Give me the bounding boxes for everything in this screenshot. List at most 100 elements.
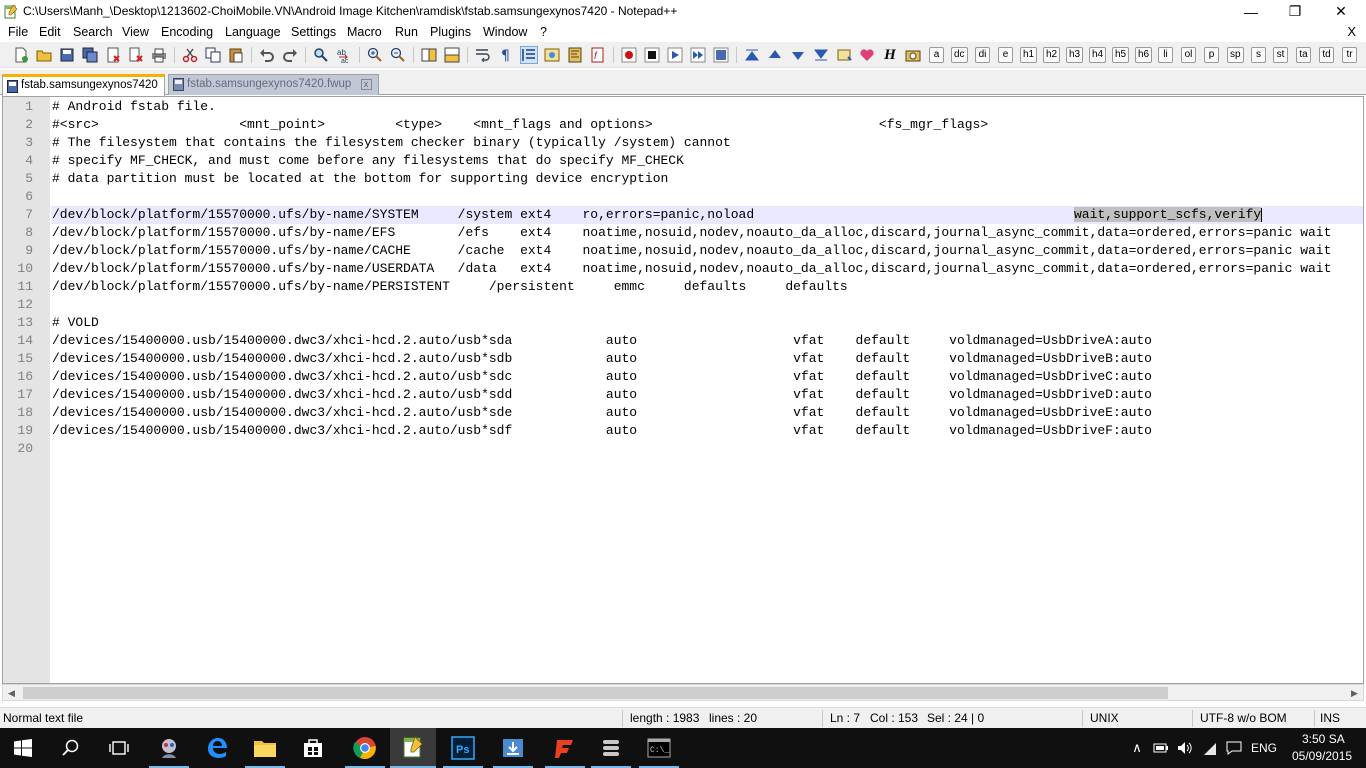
clock-time[interactable]: 3:50 SA bbox=[1302, 732, 1345, 746]
wifi-icon[interactable] bbox=[1202, 740, 1218, 756]
paste-icon[interactable] bbox=[227, 46, 245, 64]
find-icon[interactable] bbox=[312, 46, 330, 64]
close-all-icon[interactable] bbox=[127, 46, 145, 64]
new-file-icon[interactable] bbox=[12, 46, 30, 64]
taskbar-foxit[interactable] bbox=[542, 728, 588, 768]
function-list-icon[interactable]: f bbox=[589, 46, 607, 64]
cut-icon[interactable] bbox=[181, 46, 199, 64]
task-view-button[interactable] bbox=[96, 728, 142, 768]
code-line[interactable] bbox=[51, 296, 1363, 314]
tag-p-button[interactable]: p bbox=[1204, 47, 1219, 63]
scroll-right-icon[interactable]: ▶ bbox=[1347, 686, 1362, 700]
horizontal-scrollbar[interactable]: ◀ ▶ bbox=[2, 684, 1364, 701]
menu-edit[interactable]: Edit bbox=[39, 25, 61, 39]
code-line[interactable]: /devices/15400000.usb/15400000.dwc3/xhci… bbox=[51, 332, 1363, 350]
scrollbar-thumb[interactable] bbox=[23, 687, 1168, 699]
tag-li-button[interactable]: li bbox=[1158, 47, 1173, 63]
tag-a-button[interactable]: a bbox=[929, 47, 944, 63]
tag-ol-button[interactable]: ol bbox=[1181, 47, 1196, 63]
save-all-icon[interactable] bbox=[81, 46, 99, 64]
taskbar-photoshop[interactable]: Ps bbox=[440, 728, 486, 768]
code-line[interactable] bbox=[51, 188, 1363, 206]
print-icon[interactable] bbox=[150, 46, 168, 64]
replace-icon[interactable]: ab ac bbox=[335, 46, 353, 64]
move-up-triangle-icon[interactable] bbox=[743, 46, 761, 64]
zoom-in-icon[interactable] bbox=[366, 46, 384, 64]
save-icon[interactable] bbox=[58, 46, 76, 64]
open-file-icon[interactable] bbox=[35, 46, 53, 64]
arrow-up-icon[interactable] bbox=[766, 46, 784, 64]
code-line[interactable]: /dev/block/platform/15570000.ufs/by-name… bbox=[51, 224, 1363, 242]
document-map-icon[interactable] bbox=[566, 46, 584, 64]
code-line[interactable]: /devices/15400000.usb/15400000.dwc3/xhci… bbox=[51, 350, 1363, 368]
document-close-button[interactable]: X bbox=[1347, 24, 1356, 39]
menu-search[interactable]: Search bbox=[73, 25, 113, 39]
minimize-button[interactable]: — bbox=[1228, 0, 1274, 23]
taskbar-downloader[interactable] bbox=[490, 728, 536, 768]
redo-icon[interactable] bbox=[281, 46, 299, 64]
tag-di-button[interactable]: di bbox=[975, 47, 990, 63]
tag-h1-button[interactable]: h1 bbox=[1020, 47, 1038, 63]
code-line[interactable]: /dev/block/platform/15570000.ufs/by-name… bbox=[51, 260, 1363, 278]
tag-h4-button[interactable]: h4 bbox=[1089, 47, 1107, 63]
tag-ta-button[interactable]: ta bbox=[1296, 47, 1311, 63]
user-defined-language-icon[interactable] bbox=[543, 46, 561, 64]
show-hidden-icons-icon[interactable]: ∧ bbox=[1129, 740, 1145, 756]
scroll-left-icon[interactable]: ◀ bbox=[4, 686, 19, 700]
close-button[interactable]: ✕ bbox=[1318, 0, 1364, 23]
tab-close-icon[interactable]: x bbox=[360, 79, 372, 90]
taskbar-cmd[interactable]: C:\_ bbox=[636, 728, 682, 768]
image-insert-icon[interactable] bbox=[904, 46, 922, 64]
taskbar-stack-app[interactable] bbox=[588, 728, 634, 768]
undo-icon[interactable] bbox=[258, 46, 276, 64]
taskbar-notepad-plus-plus[interactable] bbox=[390, 728, 436, 768]
menu-macro[interactable]: Macro bbox=[347, 25, 382, 39]
tag-s-button[interactable]: s bbox=[1251, 47, 1266, 63]
clock-date[interactable]: 05/09/2015 bbox=[1292, 749, 1352, 763]
power-icon[interactable] bbox=[1153, 740, 1169, 756]
copy-icon[interactable] bbox=[204, 46, 222, 64]
sync-horizontal-icon[interactable] bbox=[443, 46, 461, 64]
code-line[interactable]: # data partition must be located at the … bbox=[51, 170, 1363, 188]
notification-icon[interactable] bbox=[1226, 740, 1242, 756]
bookmark-icon[interactable] bbox=[835, 46, 853, 64]
code-line[interactable]: # The filesystem that contains the files… bbox=[51, 134, 1363, 152]
code-line[interactable]: # VOLD bbox=[51, 314, 1363, 332]
macro-play-multiple-icon[interactable] bbox=[689, 46, 707, 64]
tag-h2-button[interactable]: h2 bbox=[1043, 47, 1061, 63]
tag-st-button[interactable]: st bbox=[1273, 47, 1288, 63]
word-wrap-icon[interactable] bbox=[474, 46, 492, 64]
zoom-out-icon[interactable] bbox=[389, 46, 407, 64]
tag-h5-button[interactable]: h5 bbox=[1112, 47, 1130, 63]
maximize-button[interactable]: ❐ bbox=[1272, 0, 1318, 23]
menu-view[interactable]: View bbox=[122, 25, 149, 39]
macro-save-icon[interactable] bbox=[712, 46, 730, 64]
macro-stop-icon[interactable] bbox=[643, 46, 661, 64]
close-file-icon[interactable] bbox=[104, 46, 122, 64]
tag-tr-button[interactable]: tr bbox=[1342, 47, 1357, 63]
code-line[interactable]: # Android fstab file. bbox=[51, 98, 1363, 116]
macro-play-icon[interactable] bbox=[666, 46, 684, 64]
volume-icon[interactable] bbox=[1177, 740, 1193, 756]
taskbar-file-explorer[interactable] bbox=[242, 728, 288, 768]
tab-fstab-samsungexynos7420[interactable]: fstab.samsungexynos7420 bbox=[2, 74, 165, 96]
menu-window[interactable]: Window bbox=[483, 25, 527, 39]
tag-sp-button[interactable]: sp bbox=[1227, 47, 1244, 63]
start-button[interactable] bbox=[0, 728, 46, 768]
heart-icon[interactable] bbox=[858, 46, 876, 64]
taskbar-edge[interactable] bbox=[194, 728, 240, 768]
menu-file[interactable]: File bbox=[8, 25, 28, 39]
tag-td-button[interactable]: td bbox=[1319, 47, 1334, 63]
show-all-characters-icon[interactable]: ¶ bbox=[497, 46, 515, 64]
arrow-down-icon[interactable] bbox=[789, 46, 807, 64]
tab-fstab-samsungexynos7420-fwup[interactable]: fstab.samsungexynos7420.fwup x bbox=[168, 74, 379, 95]
code-line[interactable]: # specify MF_CHECK, and must come before… bbox=[51, 152, 1363, 170]
taskbar-avatar-app[interactable] bbox=[146, 728, 192, 768]
code-line[interactable]: #<src> <mnt_point> <type> <mnt_flags and… bbox=[51, 116, 1363, 134]
search-button[interactable] bbox=[48, 728, 94, 768]
code-line-current[interactable]: /dev/block/platform/15570000.ufs/by-name… bbox=[51, 206, 1363, 224]
code-line[interactable]: /devices/15400000.usb/15400000.dwc3/xhci… bbox=[51, 422, 1363, 440]
menu-plugins[interactable]: Plugins bbox=[430, 25, 471, 39]
code-line[interactable]: /dev/block/platform/15570000.ufs/by-name… bbox=[51, 242, 1363, 260]
editor[interactable]: 1 # Android fstab file. 2 #<src> <mnt_point… bbox=[2, 96, 1364, 684]
